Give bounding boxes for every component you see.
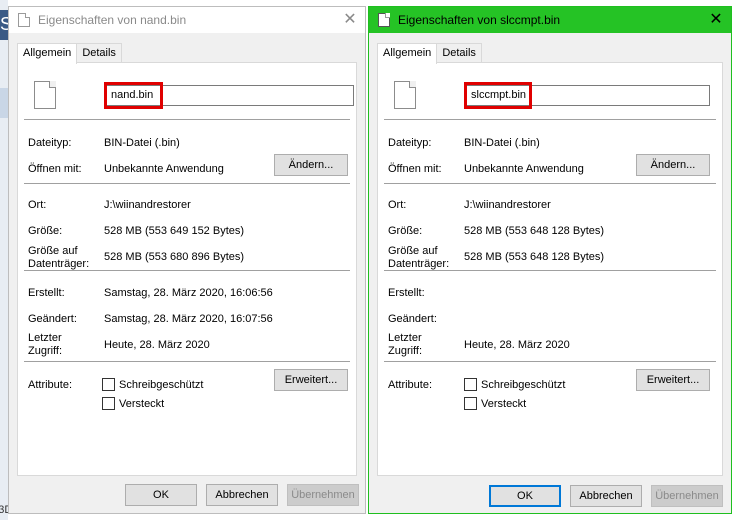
window-title: Eigenschaften von slccmpt.bin	[398, 13, 561, 27]
accessed-label-line1: Letzter	[28, 332, 62, 344]
cancel-button[interactable]: Abbrechen	[570, 485, 642, 507]
size-on-disk-label-line2: Datenträger:	[388, 258, 450, 270]
background-window: S	[0, 0, 12, 520]
titlebar[interactable]: Eigenschaften von nand.bin ✕	[9, 7, 365, 33]
separator	[384, 183, 716, 184]
close-icon[interactable]: ✕	[701, 7, 731, 33]
modified-label: Geändert:	[28, 313, 77, 325]
ok-button[interactable]: OK	[489, 485, 561, 507]
size-value: 528 MB (553 649 152 Bytes)	[104, 225, 245, 237]
background-item	[0, 88, 8, 118]
advanced-button[interactable]: Erweitert...	[636, 369, 710, 391]
attributes-label: Attribute:	[28, 379, 73, 391]
file-icon	[394, 81, 416, 109]
separator	[384, 270, 716, 271]
accessed-value: Heute, 28. März 2020	[464, 339, 570, 351]
readonly-label: Schreibgeschützt	[119, 379, 204, 391]
properties-dialog-nand: Eigenschaften von nand.bin ✕ Allgemein D…	[8, 6, 366, 514]
highlight-box	[464, 82, 532, 109]
file-icon	[378, 13, 390, 27]
separator	[384, 361, 716, 362]
file-icon	[18, 13, 30, 27]
size-value: 528 MB (553 648 128 Bytes)	[464, 225, 605, 237]
tab-details[interactable]: Details	[76, 43, 122, 63]
readonly-label: Schreibgeschützt	[481, 379, 566, 391]
location-value: J:\wiinandrestorer	[464, 199, 551, 211]
titlebar[interactable]: Eigenschaften von slccmpt.bin ✕	[369, 7, 731, 33]
accessed-value: Heute, 28. März 2020	[104, 339, 210, 351]
hidden-checkbox[interactable]	[102, 397, 115, 410]
cancel-button[interactable]: Abbrechen	[206, 484, 278, 506]
created-label: Erstellt:	[388, 287, 425, 299]
readonly-checkbox[interactable]	[102, 378, 115, 391]
size-label: Größe:	[388, 225, 423, 237]
separator	[24, 183, 350, 184]
location-value: J:\wiinandrestorer	[104, 199, 191, 211]
size-on-disk-value: 528 MB (553 680 896 Bytes)	[104, 251, 245, 263]
readonly-checkbox[interactable]	[464, 378, 477, 391]
general-panel: slccmpt.bin Dateityp: BIN-Datei (.bin) Ö…	[377, 62, 723, 476]
apply-button[interactable]: Übernehmen	[287, 484, 359, 506]
advanced-button[interactable]: Erweitert...	[274, 369, 348, 391]
hidden-checkbox[interactable]	[464, 397, 477, 410]
properties-dialog-slccmpt: Eigenschaften von slccmpt.bin ✕ Allgemei…	[368, 6, 732, 514]
separator	[24, 270, 350, 271]
opens-with-label: Öffnen mit:	[388, 163, 442, 175]
attributes-label: Attribute:	[388, 379, 433, 391]
tab-general[interactable]: Allgemein	[377, 43, 438, 64]
hidden-label: Versteckt	[119, 398, 165, 410]
change-button[interactable]: Ändern...	[274, 154, 348, 176]
size-on-disk-label-line1: Größe auf	[388, 245, 438, 257]
apply-button[interactable]: Übernehmen	[651, 485, 723, 507]
tab-bar: Allgemein Details	[17, 43, 122, 64]
tab-general[interactable]: Allgemein	[17, 43, 78, 64]
accessed-label-line1: Letzter	[388, 332, 422, 344]
accessed-label-line2: Zugriff:	[28, 345, 63, 357]
created-value: Samstag, 28. März 2020, 16:06:56	[104, 287, 273, 299]
size-label: Größe:	[28, 225, 63, 237]
ok-button[interactable]: OK	[125, 484, 197, 506]
type-value: BIN-Datei (.bin)	[104, 137, 180, 149]
size-on-disk-label-line2: Datenträger:	[28, 258, 90, 270]
created-label: Erstellt:	[28, 287, 65, 299]
size-on-disk-value: 528 MB (553 648 128 Bytes)	[464, 251, 605, 263]
separator	[384, 119, 716, 120]
modified-value: Samstag, 28. März 2020, 16:07:56	[104, 313, 273, 325]
separator	[24, 119, 350, 120]
tab-bar: Allgemein Details	[377, 43, 482, 64]
location-label: Ort:	[28, 199, 47, 211]
window-title: Eigenschaften von nand.bin	[38, 13, 187, 27]
file-icon	[34, 81, 56, 109]
type-label: Dateityp:	[28, 137, 72, 149]
type-value: BIN-Datei (.bin)	[464, 137, 540, 149]
general-panel: nand.bin Dateityp: BIN-Datei (.bin) Öffn…	[17, 62, 357, 476]
change-button[interactable]: Ändern...	[636, 154, 710, 176]
type-label: Dateityp:	[388, 137, 432, 149]
highlight-box	[104, 82, 163, 109]
location-label: Ort:	[388, 199, 407, 211]
opens-with-value: Unbekannte Anwendung	[104, 163, 224, 175]
separator	[24, 361, 350, 362]
accessed-label-line2: Zugriff:	[388, 345, 423, 357]
close-icon[interactable]: ✕	[335, 7, 365, 33]
opens-with-value: Unbekannte Anwendung	[464, 163, 584, 175]
opens-with-label: Öffnen mit:	[28, 163, 82, 175]
tab-details[interactable]: Details	[436, 43, 482, 63]
size-on-disk-label-line1: Größe auf	[28, 245, 78, 257]
modified-label: Geändert:	[388, 313, 437, 325]
hidden-label: Versteckt	[481, 398, 527, 410]
